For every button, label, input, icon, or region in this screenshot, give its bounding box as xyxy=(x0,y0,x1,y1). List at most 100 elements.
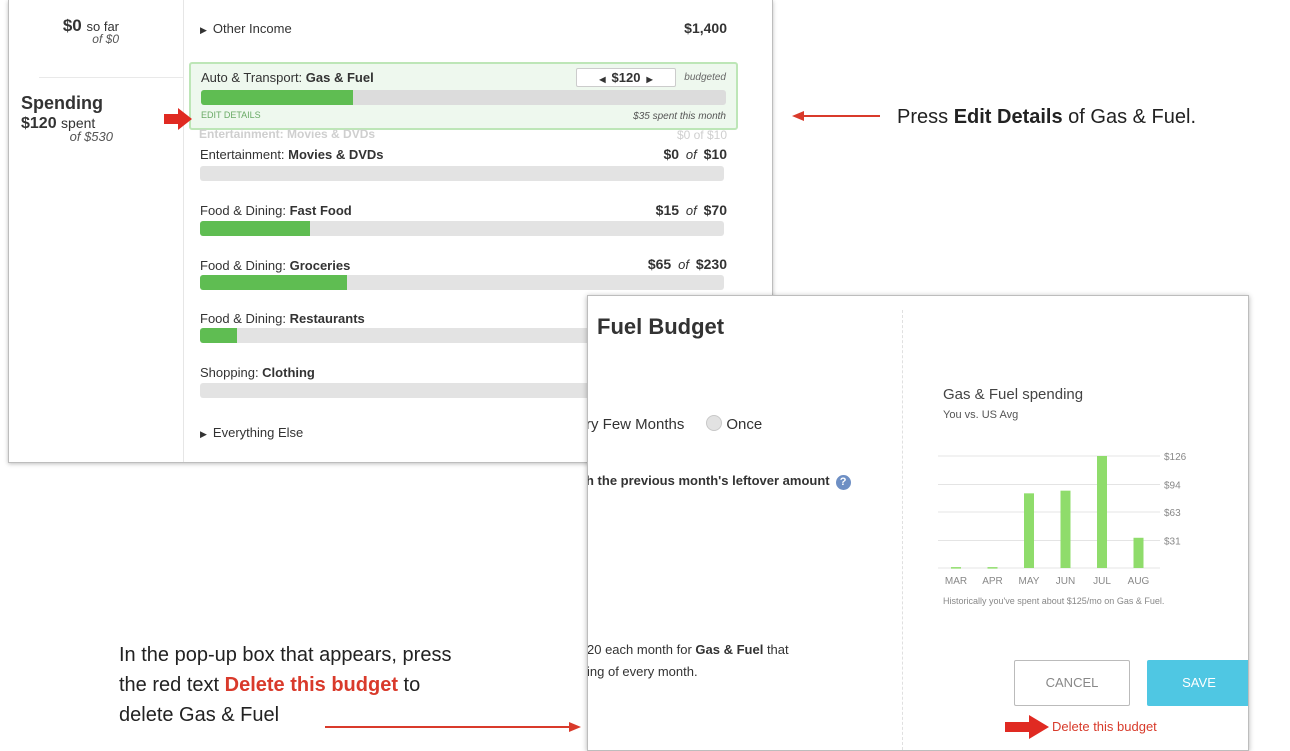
instruction-text: Press xyxy=(897,106,954,128)
instruction-text: to xyxy=(397,674,421,696)
summary-line-2: ing of every month. xyxy=(587,664,698,679)
of-label: of xyxy=(678,257,689,272)
x-tick-label: MAR xyxy=(945,576,967,586)
budget-row-label[interactable]: Food & Dining: Restaurants xyxy=(200,311,365,326)
spending-bar-chart: $126 $94 $63 $31 MAR APR MAY JUN JUL AUG xyxy=(938,452,1187,586)
save-button[interactable]: SAVE xyxy=(1147,660,1248,706)
triangle-right-icon: ▶ xyxy=(200,25,207,35)
selected-budget-row[interactable]: Auto & Transport: Gas & Fuel ◀ $120 ▶ budg… xyxy=(189,62,738,130)
budget-name: Clothing xyxy=(262,365,315,380)
other-income-label: Other Income xyxy=(212,21,292,36)
triangle-right-icon[interactable]: ▶ xyxy=(640,75,658,84)
budget-name: Fast Food xyxy=(289,203,352,218)
delete-budget-link[interactable]: Delete this budget xyxy=(1052,719,1157,734)
left-pointing-arrow-icon xyxy=(792,111,880,121)
chart-bar xyxy=(987,567,998,569)
triangle-left-icon[interactable]: ◀ xyxy=(593,75,611,84)
red-arrow-icon xyxy=(1005,715,1049,739)
chart-title: Gas & Fuel spending xyxy=(943,386,1084,403)
instruction-line: In the pop-up box that appears, press xyxy=(119,644,452,666)
frequency-once-label[interactable]: Once xyxy=(726,416,762,433)
chart-bar xyxy=(951,567,961,569)
progress-fill xyxy=(200,275,347,290)
budget-row-label[interactable]: Entertainment: Movies & DVDs xyxy=(200,147,384,162)
summary-line-1: 20 each month for Gas & Fuel that xyxy=(587,639,789,661)
chart-subtitle: You vs. US Avg xyxy=(943,409,1019,421)
ghost-row-label: Entertainment: Movies & DVDs xyxy=(199,127,376,141)
spending-heading: Spending xyxy=(21,93,103,113)
frequency-options: ry Few Months Once xyxy=(588,415,762,433)
chart-note: Historically you've spent about $125/mo … xyxy=(943,596,1165,606)
other-income-toggle[interactable]: ▶ Other Income xyxy=(200,21,292,36)
y-tick-label: $94 xyxy=(1164,480,1181,491)
frequency-option-label[interactable]: ry Few Months xyxy=(588,416,684,433)
budget-row-amount: $65 of $230 xyxy=(648,256,727,272)
budget-row-label[interactable]: Food & Dining: Fast Food xyxy=(200,203,352,218)
instruction-step-2: In the pop-up box that appears, press th… xyxy=(119,640,451,730)
y-tick-label: $31 xyxy=(1164,536,1181,547)
summary-bold: Gas & Fuel xyxy=(695,642,764,657)
budget-value: $230 xyxy=(695,256,727,272)
income-of-total: of $0 xyxy=(92,32,119,46)
budget-name: Groceries xyxy=(289,258,351,273)
spent-this-month: $35 spent this month xyxy=(633,111,726,122)
category-label: Entertainment: xyxy=(200,147,289,162)
budget-value: $10 xyxy=(703,146,727,162)
income-so-far: $0 so far of $0 xyxy=(9,16,119,46)
selected-budget-title: Auto & Transport: Gas & Fuel xyxy=(201,70,374,85)
x-tick-label: JUL xyxy=(1093,576,1111,586)
budget-name: Restaurants xyxy=(289,311,365,326)
rollover-option[interactable]: h the previous month's leftover amount? xyxy=(587,473,851,490)
budget-row-amount: $0 of $10 xyxy=(663,146,727,162)
right-pointing-arrow-icon xyxy=(325,722,581,732)
cancel-button[interactable]: CANCEL xyxy=(1014,660,1130,706)
of-label: of xyxy=(685,147,697,162)
edit-details-link[interactable]: EDIT DETAILS xyxy=(201,110,261,120)
category-label: Auto & Transport: xyxy=(201,70,306,85)
modal-title: Fuel Budget xyxy=(597,314,725,339)
chart-bar xyxy=(1133,537,1144,568)
chart-bar xyxy=(1060,490,1071,568)
radio-once[interactable] xyxy=(706,415,723,431)
spent-value: $15 xyxy=(655,202,680,218)
other-income-amount: $1,400 xyxy=(684,20,727,36)
category-label: Food & Dining: xyxy=(200,203,290,218)
everything-else-toggle[interactable]: ▶ Everything Else xyxy=(200,425,303,440)
budget-row-label[interactable]: Shopping: Clothing xyxy=(200,365,315,380)
of-label: of xyxy=(685,203,697,218)
progress-bar xyxy=(200,166,724,181)
instruction-line: the red text Delete this budget to xyxy=(119,670,451,700)
x-tick-label: MAY xyxy=(1019,576,1040,586)
budget-name: Gas & Fuel xyxy=(305,70,374,85)
question-circle-icon[interactable]: ? xyxy=(835,475,851,490)
spent-value: $65 xyxy=(647,256,672,272)
budget-summary-text: 20 each month for Gas & Fuel that ing of… xyxy=(587,639,789,683)
rollover-label: h the previous month's leftover amount xyxy=(587,473,830,488)
y-tick-label: $63 xyxy=(1164,508,1181,519)
progress-fill xyxy=(200,328,237,343)
summary-text: 20 each month for xyxy=(587,642,696,657)
spent-value: $0 xyxy=(663,146,680,162)
triangle-right-icon: ▶ xyxy=(200,429,207,439)
chart-bar xyxy=(1097,456,1107,568)
spending-of-total: of $530 xyxy=(69,129,113,144)
budget-row-label[interactable]: Food & Dining: Groceries xyxy=(200,258,350,273)
budget-amount-stepper[interactable]: ◀ $120 ▶ xyxy=(576,68,676,87)
category-label: Shopping: xyxy=(200,365,263,380)
y-tick-label: $126 xyxy=(1164,452,1187,463)
column-divider xyxy=(183,0,184,462)
modal-column-divider xyxy=(902,310,903,750)
progress-bar xyxy=(201,90,726,105)
budget-amount-value: $120 xyxy=(611,70,641,85)
x-tick-label: APR xyxy=(982,576,1003,586)
x-tick-label: AUG xyxy=(1128,576,1150,586)
instruction-red-text: Delete this budget xyxy=(224,674,398,696)
progress-bar xyxy=(200,275,724,290)
instruction-text: the red text xyxy=(119,674,225,696)
budget-name: Movies & DVDs xyxy=(288,147,384,162)
budget-row-amount: $15 of $70 xyxy=(656,202,727,218)
instruction-step-1: Press Edit Details of Gas & Fuel. xyxy=(897,106,1196,129)
chart-bar xyxy=(1024,493,1034,568)
budget-value: $70 xyxy=(703,202,727,218)
progress-fill xyxy=(201,90,354,105)
